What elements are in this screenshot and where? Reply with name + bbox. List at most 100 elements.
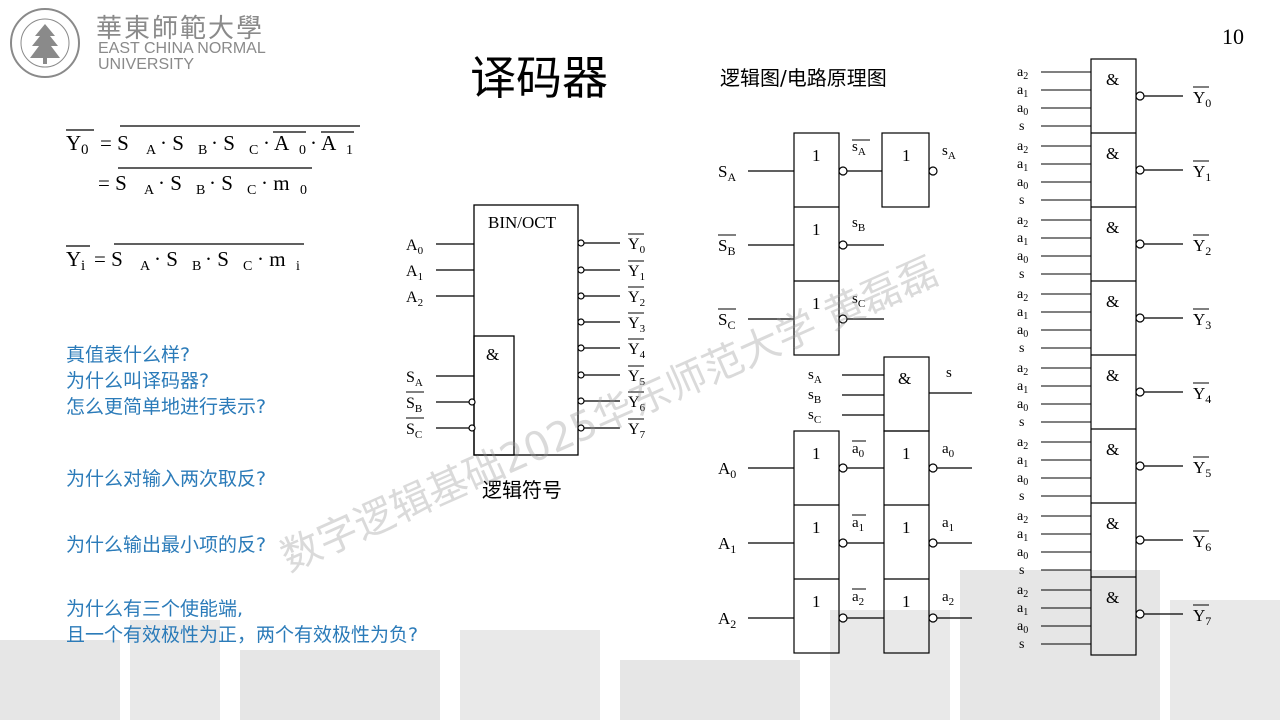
university-logo: 華東師範大學 EAST CHINA NORMAL UNIVERSITY: [8, 6, 298, 78]
svg-text:a2: a2: [1017, 287, 1028, 304]
svg-text:SC: SC: [406, 421, 422, 441]
svg-text:sA: sA: [808, 367, 822, 386]
svg-text:= S: = S: [98, 171, 127, 195]
svg-text:A1: A1: [718, 534, 736, 556]
question-3: 怎么更简单地进行表示?: [66, 396, 267, 418]
svg-text:C: C: [247, 183, 256, 198]
diagram-caption: 逻辑图/电路原理图: [720, 66, 887, 90]
svg-text:a0: a0: [1017, 249, 1028, 266]
svg-text:SB: SB: [718, 236, 735, 258]
svg-text:C: C: [243, 259, 252, 274]
university-name-en-2: UNIVERSITY: [98, 56, 195, 73]
question-4: 为什么对输入两次取反?: [66, 468, 267, 490]
question-5: 为什么输出最小项的反?: [66, 534, 267, 556]
svg-text:a0: a0: [1017, 619, 1028, 636]
questions-group-1: 真值表什么样? 为什么叫译码器? 怎么更简单地进行表示?: [66, 342, 266, 420]
svg-text:A0: A0: [718, 459, 736, 481]
svg-text:Y2: Y2: [628, 289, 645, 309]
svg-text:· S: · S: [160, 131, 184, 155]
svg-text:· S: · S: [158, 171, 182, 195]
svg-text:· m: · m: [257, 247, 286, 271]
svg-text:Y: Y: [66, 131, 81, 155]
svg-text:a2: a2: [942, 589, 954, 608]
svg-text:a0: a0: [1017, 397, 1028, 414]
svg-text:1: 1: [812, 220, 821, 239]
svg-text:C: C: [249, 143, 258, 158]
output-and-gates: && && && && a2a1a0s a2a1a0s a2a1a0s a2a1…: [1017, 58, 1211, 656]
svg-text:a1: a1: [1017, 231, 1028, 248]
page-number: 10: [1222, 24, 1244, 49]
svg-text:a2: a2: [1017, 65, 1028, 82]
svg-text:a1: a1: [1017, 305, 1028, 322]
svg-text:&: &: [1106, 292, 1119, 311]
svg-text:a1: a1: [1017, 601, 1028, 618]
svg-text:a0: a0: [1017, 545, 1028, 562]
decoder-circuit-diagram: 11 11 111 111 & SA SB SC A0 A1 A2 sA sA …: [718, 132, 972, 654]
question-7: 且一个有效极性为正，两个有效极性为负?: [66, 624, 419, 646]
svg-text:SA: SA: [406, 369, 423, 389]
svg-text:Y0: Y0: [628, 236, 646, 256]
svg-text:&: &: [1106, 514, 1119, 533]
svg-text:1: 1: [812, 592, 821, 611]
svg-text:s: s: [946, 365, 952, 381]
svg-text:s: s: [1019, 341, 1024, 356]
svg-text:1: 1: [902, 146, 911, 165]
svg-text:a1: a1: [852, 515, 864, 534]
svg-text:A2: A2: [718, 609, 736, 631]
svg-text:a0: a0: [852, 441, 865, 460]
svg-text:&: &: [1106, 366, 1119, 385]
svg-text:a2: a2: [1017, 213, 1028, 230]
svg-text:s: s: [1019, 563, 1024, 578]
svg-text:Y6: Y6: [1193, 532, 1211, 554]
svg-text:· A: · A: [263, 131, 290, 155]
svg-text:a2: a2: [1017, 139, 1028, 156]
svg-text:1: 1: [812, 444, 821, 463]
svg-text:&: &: [898, 369, 911, 388]
formulas: Y0 = SA · SB · SC · A0 · A1 = SA · SB · …: [66, 125, 360, 274]
svg-text:1: 1: [902, 444, 911, 463]
svg-text:&: &: [1106, 70, 1119, 89]
svg-text:Y2: Y2: [1193, 236, 1211, 258]
svg-text:SB: SB: [406, 395, 422, 415]
svg-text:a0: a0: [1017, 175, 1028, 192]
svg-text:a0: a0: [1017, 323, 1028, 340]
svg-text:· S: · S: [205, 247, 229, 271]
svg-text:&: &: [1106, 588, 1119, 607]
svg-text:A2: A2: [406, 289, 423, 309]
svg-text:a1: a1: [1017, 453, 1028, 470]
svg-text:s: s: [1019, 193, 1024, 208]
svg-text:Y4: Y4: [628, 341, 646, 361]
svg-text:a1: a1: [942, 515, 954, 534]
svg-text:s: s: [1019, 119, 1024, 134]
svg-text:sB: sB: [808, 387, 821, 406]
svg-text:a1: a1: [1017, 527, 1028, 544]
svg-text:a0: a0: [942, 441, 955, 460]
svg-text:0: 0: [81, 142, 89, 158]
svg-text:i: i: [296, 259, 300, 274]
svg-text:&: &: [1106, 440, 1119, 459]
svg-text:sA: sA: [852, 139, 866, 158]
svg-text:a2: a2: [1017, 435, 1028, 452]
svg-text:sA: sA: [942, 143, 956, 162]
svg-text:A: A: [140, 259, 151, 274]
svg-text:= S: = S: [100, 131, 129, 155]
questions-group-6: 为什么有三个使能端, 且一个有效极性为正，两个有效极性为负?: [66, 596, 418, 648]
svg-text:1: 1: [812, 146, 821, 165]
svg-text:· S: · S: [154, 247, 178, 271]
university-seal-icon: [10, 8, 80, 78]
svg-text:s: s: [1019, 415, 1024, 430]
svg-text:&: &: [1106, 218, 1119, 237]
svg-text:a0: a0: [1017, 471, 1028, 488]
svg-text:sB: sB: [852, 215, 865, 234]
page-title: 译码器: [470, 51, 608, 105]
question-2: 为什么叫译码器?: [66, 370, 210, 392]
svg-text:A: A: [144, 183, 155, 198]
svg-text:Y4: Y4: [1193, 384, 1211, 406]
svg-text:&: &: [486, 345, 499, 364]
svg-text:1: 1: [902, 592, 911, 611]
svg-text:a2: a2: [1017, 361, 1028, 378]
svg-text:Y1: Y1: [1193, 162, 1211, 184]
svg-text:a2: a2: [852, 589, 864, 608]
svg-text:0: 0: [300, 183, 307, 198]
svg-text:s: s: [1019, 489, 1024, 504]
